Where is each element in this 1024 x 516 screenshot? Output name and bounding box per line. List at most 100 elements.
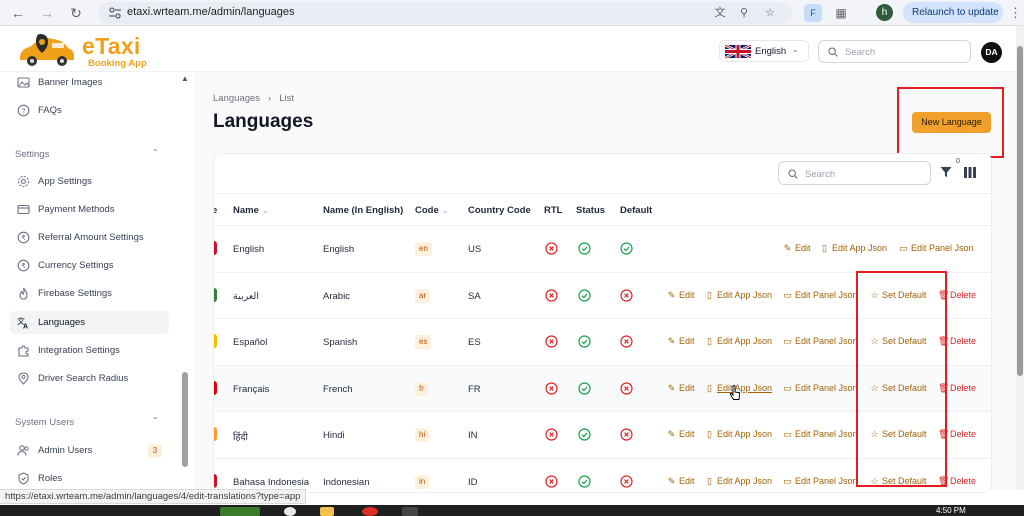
- action-label: Edit: [679, 429, 695, 439]
- action-label: Delete: [950, 429, 977, 439]
- check-circle-icon: [578, 474, 591, 488]
- edit-button[interactable]: ✎ Edit: [783, 243, 811, 254]
- edit-panel-json-button[interactable]: ▭ Edit Panel Json: [783, 336, 858, 347]
- edit-app-json-button[interactable]: ▯ Edit App Json: [820, 243, 887, 254]
- reload-icon[interactable]: ↻: [66, 3, 86, 23]
- x-circle-icon: [620, 428, 633, 441]
- cell-country-code: ES: [468, 337, 481, 348]
- edit-app-json-button[interactable]: ▯ Edit App Json: [705, 476, 772, 487]
- sidebar-scroll-up-icon[interactable]: ▲: [181, 74, 189, 83]
- edit-panel-json-button[interactable]: ▭ Edit Panel Json: [783, 476, 857, 487]
- sidebar: ▲ Banner Images ? FAQs Settings ⌃ App Se…: [0, 72, 194, 490]
- cell-code-badge: en: [415, 242, 432, 256]
- edit-panel-json-button[interactable]: ▭ Edit Panel Json: [783, 429, 857, 440]
- back-icon[interactable]: ←: [8, 3, 28, 23]
- action-label: Edit App Json: [832, 243, 888, 253]
- sidebar-group-settings[interactable]: Settings: [15, 149, 49, 160]
- edit-panel-json-button[interactable]: ▭ Edit Panel Json: [783, 383, 857, 394]
- cell-name-english: Hindi: [323, 430, 345, 441]
- browser-menu-icon[interactable]: ⋮: [1009, 4, 1022, 22]
- action-label: Edit Panel Json: [795, 336, 858, 346]
- taskbar-folder-icon[interactable]: [320, 507, 334, 516]
- action-label: Edit App Json: [717, 429, 773, 439]
- logo[interactable]: eTaxi Booking App: [16, 32, 156, 69]
- sidebar-item-faqs[interactable]: ? FAQs: [10, 99, 169, 122]
- taskbar-app-icon[interactable]: [220, 507, 260, 516]
- chevron-up-icon[interactable]: ⌃: [152, 416, 159, 425]
- sidebar-group-system-users[interactable]: System Users: [15, 417, 74, 428]
- edit-app-json-button[interactable]: ▯ Edit App Json: [705, 429, 772, 440]
- cell-code-badge: in: [415, 474, 430, 489]
- profile-avatar[interactable]: h: [876, 4, 893, 21]
- new-language-button[interactable]: New Language: [912, 112, 991, 133]
- edit-icon: ✎: [783, 243, 792, 253]
- chevron-up-icon[interactable]: ⌃: [152, 148, 159, 157]
- edit-app-json-button[interactable]: ▯ Edit App Json: [705, 290, 772, 301]
- bookmark-star-icon[interactable]: ☆: [762, 6, 778, 20]
- page-scrollbar-thumb[interactable]: [1017, 46, 1023, 376]
- language-label: English: [755, 46, 787, 57]
- action-label: Edit: [795, 243, 811, 253]
- sidebar-item-integration-settings[interactable]: Integration Settings: [10, 339, 169, 362]
- sidebar-item-languages[interactable]: 文A Languages: [10, 311, 169, 334]
- user-avatar[interactable]: DA: [981, 42, 1002, 63]
- column-flag: e: [214, 205, 217, 216]
- column-rtl: RTL: [544, 205, 563, 216]
- global-search-input[interactable]: Search: [818, 40, 971, 63]
- forward-icon[interactable]: →: [37, 3, 57, 23]
- address-bar[interactable]: etaxi.wrteam.me/admin/languages 文 ⚲ ☆: [98, 2, 792, 24]
- taskbar-app-icon[interactable]: [284, 507, 296, 516]
- logo-subtitle: Booking App: [88, 58, 147, 69]
- cell-country-code: US: [468, 244, 482, 255]
- column-code[interactable]: Code ⌄: [415, 205, 448, 216]
- page-scrollbar[interactable]: [1016, 26, 1024, 490]
- edit-panel-json-button[interactable]: ▭ Edit Panel Json: [899, 243, 974, 254]
- sidebar-item-banner-images[interactable]: Banner Images: [10, 72, 169, 94]
- cell-code-badge: hi: [415, 428, 430, 442]
- columns-icon[interactable]: [964, 167, 976, 178]
- edit-app-json-button[interactable]: ▯ Edit App Json: [705, 336, 772, 347]
- relaunch-button[interactable]: Relaunch to update: [903, 2, 1003, 23]
- action-label: Delete: [950, 336, 977, 346]
- sidebar-item-roles[interactable]: Roles: [10, 467, 169, 490]
- x-circle-icon: [545, 242, 558, 255]
- extension-icon[interactable]: F: [804, 4, 822, 22]
- highlight-box-set-default-delete: [856, 271, 947, 487]
- edit-button[interactable]: ✎ Edit: [667, 383, 695, 394]
- edit-button[interactable]: ✎ Edit: [667, 429, 695, 440]
- flame-icon: [19, 287, 28, 300]
- language-selector[interactable]: English ⌄: [719, 40, 809, 62]
- taskbar-chrome-icon[interactable]: [362, 507, 378, 516]
- check-circle-icon: [578, 381, 591, 395]
- url-text: etaxi.wrteam.me/admin/languages: [127, 6, 295, 18]
- edit-button[interactable]: ✎ Edit: [667, 336, 695, 347]
- x-circle-icon: [545, 335, 558, 348]
- edit-button[interactable]: ✎ Edit: [667, 476, 695, 487]
- edit-icon: ✎: [667, 289, 676, 300]
- translate-page-icon[interactable]: 文: [712, 6, 728, 20]
- edit-panel-json-button[interactable]: ▭ Edit Panel Json: [783, 290, 857, 301]
- breadcrumb-languages[interactable]: Languages: [213, 93, 260, 104]
- extensions-puzzle-icon[interactable]: ▦: [832, 4, 850, 22]
- users-icon: [17, 445, 29, 456]
- action-label: Edit Panel Json: [911, 243, 974, 253]
- table-search-input[interactable]: Search: [778, 161, 931, 185]
- taskbar-app-icon[interactable]: [402, 507, 418, 516]
- sidebar-item-app-settings[interactable]: App Settings: [10, 170, 169, 193]
- sidebar-scrollbar[interactable]: [182, 372, 188, 467]
- search-icon: [788, 169, 798, 179]
- edit-icon: ✎: [667, 382, 676, 393]
- shield-icon: [18, 472, 29, 485]
- site-settings-icon[interactable]: [108, 6, 122, 20]
- sidebar-item-driver-search-radius[interactable]: Driver Search Radius: [10, 367, 169, 390]
- sidebar-item-admin-users[interactable]: Admin Users 3: [10, 439, 169, 462]
- x-circle-icon: [620, 381, 633, 395]
- edit-button[interactable]: ✎ Edit: [667, 290, 695, 301]
- sidebar-item-payment-methods[interactable]: Payment Methods: [10, 198, 169, 221]
- column-name[interactable]: Name ⌄: [233, 205, 269, 216]
- zoom-icon[interactable]: ⚲: [736, 6, 752, 20]
- filter-icon[interactable]: [940, 166, 952, 178]
- sidebar-item-referral-amount-settings[interactable]: ₹ Referral Amount Settings: [10, 226, 169, 249]
- sidebar-item-firebase-settings[interactable]: Firebase Settings: [10, 282, 169, 305]
- sidebar-item-currency-settings[interactable]: ₹ Currency Settings: [10, 254, 169, 277]
